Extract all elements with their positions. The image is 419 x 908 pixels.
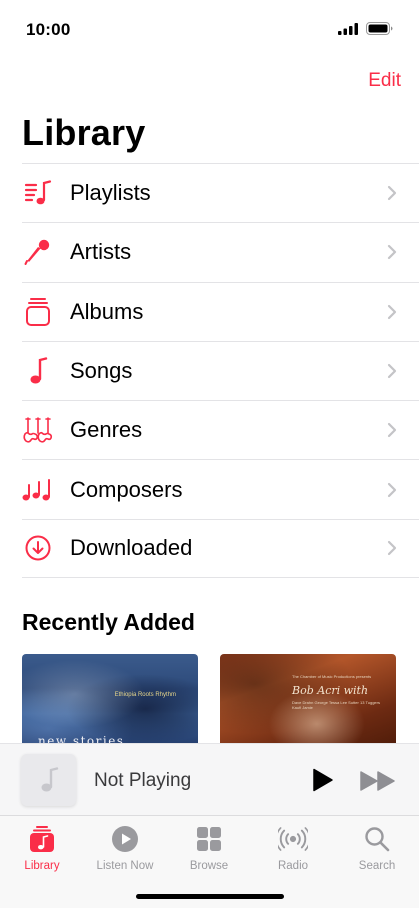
library-item-genres[interactable]: Genres	[22, 400, 419, 459]
cellular-signal-icon	[338, 22, 358, 35]
chevron-right-icon	[387, 186, 397, 201]
download-circle-icon	[22, 532, 54, 564]
library-item-label: Albums	[70, 298, 144, 324]
search-icon	[362, 824, 392, 854]
library-item-songs[interactable]: Songs	[22, 340, 419, 400]
library-item-label: Songs	[70, 358, 133, 384]
music-note-icon	[22, 355, 54, 387]
library-item-label: Downloaded	[70, 535, 193, 561]
album-stack-icon	[22, 296, 54, 328]
recently-added-album-1[interactable]: Ethiopia Roots Rhythm new stories	[22, 654, 198, 754]
chevron-right-icon	[387, 304, 397, 319]
library-icon	[27, 824, 57, 854]
album-2-script-text: Bob Acri with	[292, 684, 369, 697]
library-item-composers[interactable]: Composers	[22, 459, 419, 518]
library-item-label: Genres	[70, 417, 143, 443]
chevron-right-icon	[387, 245, 397, 260]
play-circle-icon	[110, 824, 140, 854]
mini-player-title: Not Playing	[94, 770, 192, 791]
chevron-right-icon	[387, 363, 397, 379]
album-2-head-text: The Chamber of Music Productions present…	[292, 674, 372, 679]
home-indicator	[136, 894, 284, 899]
library-list: Playlists Artists Albums Songs Genres Co…	[22, 163, 419, 579]
recently-added-title: Recently Added	[22, 609, 195, 635]
page-title: Library	[22, 112, 146, 153]
status-icons	[338, 22, 393, 35]
mini-player-artwork	[21, 754, 76, 806]
tab-label: Listen Now	[96, 860, 154, 872]
library-item-artists[interactable]: Artists	[22, 222, 419, 281]
playlist-icon	[22, 177, 54, 209]
tab-label: Browse	[189, 860, 229, 872]
radio-waves-icon	[278, 824, 308, 854]
library-item-playlists[interactable]: Playlists	[22, 163, 419, 222]
grid-icon	[194, 824, 224, 854]
tab-library[interactable]: Library	[0, 824, 84, 872]
library-item-label: Playlists	[70, 180, 151, 206]
play-button[interactable]	[312, 768, 334, 792]
album-2-fine-text: Dave Drahn George Tessa Lee Sutter 13 Tu…	[292, 700, 380, 710]
chevron-right-icon	[387, 423, 397, 438]
status-bar: 10:00	[0, 0, 419, 56]
chevron-right-icon	[387, 482, 397, 497]
fast-forward-button[interactable]	[360, 770, 396, 792]
library-item-downloaded[interactable]: Downloaded	[22, 518, 419, 579]
tab-search[interactable]: Search	[335, 824, 419, 872]
music-note-placeholder-icon	[41, 767, 58, 792]
library-item-label: Artists	[70, 239, 132, 265]
library-item-label: Composers	[70, 476, 183, 502]
chevron-right-icon	[387, 541, 397, 556]
edit-button[interactable]: Edit	[368, 70, 401, 92]
battery-full-icon	[366, 22, 393, 35]
microphone-icon	[22, 236, 54, 268]
tab-browse[interactable]: Browse	[167, 824, 251, 872]
mini-player[interactable]: Not Playing	[0, 743, 419, 815]
music-notes-icon	[22, 474, 54, 506]
guitars-icon	[22, 414, 54, 446]
library-item-albums[interactable]: Albums	[22, 281, 419, 341]
tab-listen-now[interactable]: Listen Now	[83, 824, 167, 872]
status-time: 10:00	[26, 20, 71, 39]
recently-added-album-2[interactable]: The Chamber of Music Productions present…	[220, 654, 396, 754]
tab-label: Radio	[277, 860, 309, 872]
album-1-small-text: Ethiopia Roots Rhythm	[114, 692, 176, 698]
tab-label: Search	[358, 860, 396, 872]
tab-label: Library	[24, 860, 60, 872]
tab-radio[interactable]: Radio	[251, 824, 335, 872]
